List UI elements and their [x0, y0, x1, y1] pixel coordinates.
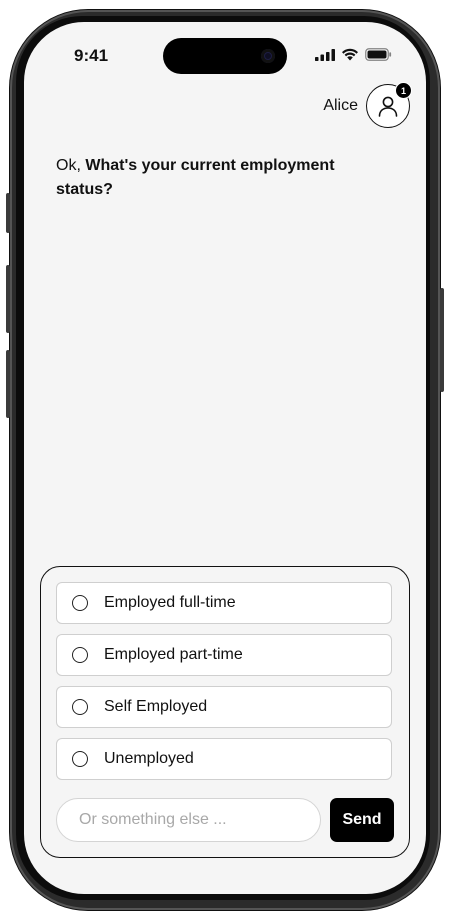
side-button-volume-up [6, 265, 10, 333]
custom-answer-field [56, 798, 321, 842]
option-label: Employed part-time [104, 646, 243, 663]
screen: 9:41 Alice 1 Ok, What's your current emp… [24, 22, 426, 894]
option-label: Employed full-time [104, 594, 236, 611]
option-unemployed[interactable]: Unemployed [56, 738, 392, 780]
question-text: What's your current employment status? [56, 157, 335, 198]
custom-answer-input[interactable] [57, 799, 320, 841]
option-label: Self Employed [104, 698, 208, 715]
status-time: 9:41 [74, 46, 109, 65]
question-prefix: Ok, [56, 157, 86, 174]
notification-badge: 1 [395, 82, 412, 99]
user-name: Alice [323, 97, 358, 114]
option-label: Unemployed [104, 750, 194, 767]
option-employed-full-time[interactable]: Employed full-time [56, 582, 392, 624]
radio-icon[interactable] [72, 595, 88, 611]
option-employed-part-time[interactable]: Employed part-time [56, 634, 392, 676]
send-button[interactable]: Send [330, 798, 394, 842]
answer-panel: Employed full-time Employed part-time Se… [40, 566, 410, 858]
side-button-action [6, 193, 10, 233]
avatar[interactable]: 1 [366, 82, 412, 128]
dynamic-island [163, 38, 287, 74]
user-header: Alice 1 [323, 82, 412, 128]
side-button-volume-down [6, 350, 10, 418]
wifi-icon [342, 48, 358, 61]
front-camera-icon [261, 49, 275, 63]
cellular-signal-icon [315, 48, 335, 61]
battery-icon [365, 48, 392, 61]
radio-icon[interactable] [72, 647, 88, 663]
chat-question: Ok, What's your current employment statu… [56, 154, 376, 202]
side-button-power [440, 288, 444, 392]
option-self-employed[interactable]: Self Employed [56, 686, 392, 728]
radio-icon[interactable] [72, 699, 88, 715]
status-icons [315, 48, 392, 61]
user-icon [378, 96, 398, 117]
radio-icon[interactable] [72, 751, 88, 767]
